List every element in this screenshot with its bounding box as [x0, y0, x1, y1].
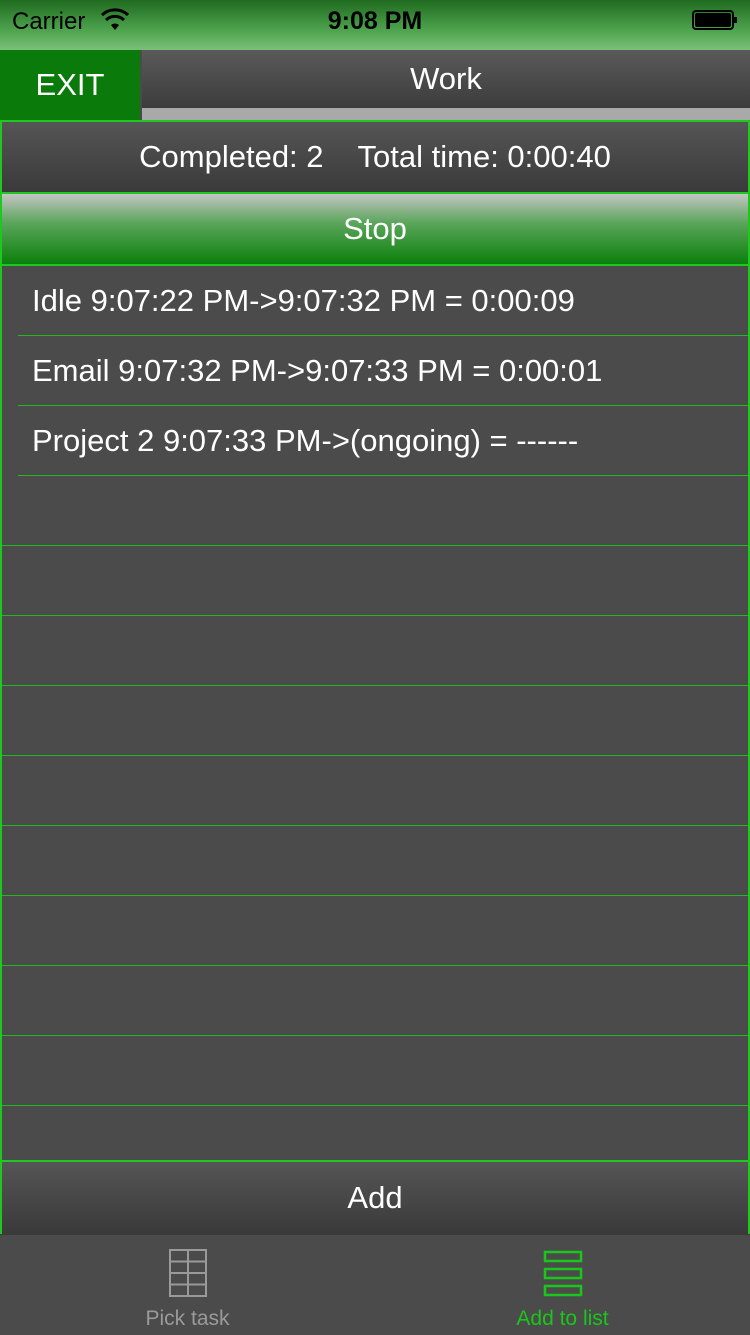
status-time: 9:08 PM [327, 7, 423, 35]
battery-icon [692, 10, 737, 30]
empty-row [2, 896, 748, 966]
page-title: Work [142, 50, 750, 108]
header-divider [142, 108, 750, 120]
time-log-list[interactable]: Idle 9:07:22 PM->9:07:32 PM = 0:00:09 Em… [2, 266, 748, 1160]
list-icon [543, 1250, 582, 1297]
stop-button[interactable]: Stop [2, 194, 748, 266]
list-item[interactable]: Email 9:07:32 PM->9:07:33 PM = 0:00:01 [18, 336, 748, 406]
grid-icon [168, 1249, 207, 1297]
tab-pick-task-label: Pick task [145, 1307, 230, 1330]
tab-bar: Pick task Add to list [0, 1234, 750, 1335]
tab-add-to-list[interactable]: Add to list [375, 1235, 750, 1335]
empty-row [2, 686, 748, 756]
list-item[interactable]: Idle 9:07:22 PM->9:07:32 PM = 0:00:09 [18, 266, 748, 336]
completed-count: Completed: 2 [139, 139, 324, 174]
empty-row [2, 1106, 748, 1160]
empty-row [2, 616, 748, 686]
add-button[interactable]: Add [2, 1160, 748, 1234]
empty-row [2, 476, 748, 546]
empty-row [2, 756, 748, 826]
empty-row [2, 966, 748, 1036]
status-bar: Carrier 9:08 PM [0, 0, 750, 50]
list-item[interactable]: Project 2 9:07:33 PM->(ongoing) = ------ [18, 406, 748, 476]
main-panel: Completed: 2 Total time: 0:00:40 Stop Id… [0, 120, 750, 1234]
tab-add-to-list-label: Add to list [516, 1307, 609, 1330]
summary-bar: Completed: 2 Total time: 0:00:40 [2, 122, 748, 194]
total-time: Total time: 0:00:40 [357, 139, 611, 174]
empty-row [2, 546, 748, 616]
empty-row [2, 1036, 748, 1106]
exit-button[interactable]: EXIT [0, 50, 140, 120]
empty-row [2, 826, 748, 896]
tab-pick-task[interactable]: Pick task [0, 1235, 375, 1335]
